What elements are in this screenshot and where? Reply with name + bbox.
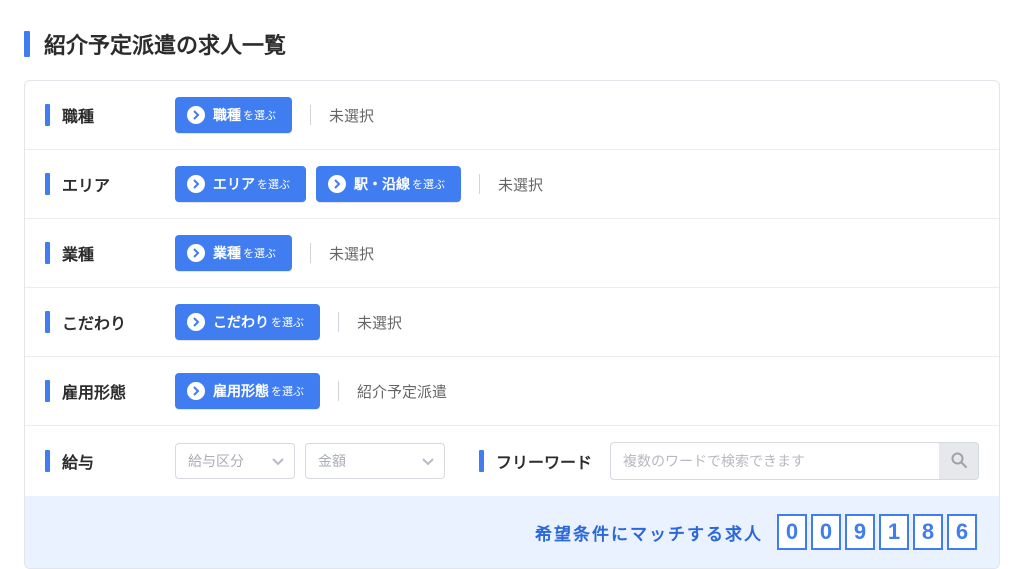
- accent-bar: [45, 242, 50, 264]
- page-title-text: 紹介予定派遣の求人一覧: [44, 28, 286, 60]
- arrow-circle-icon: [328, 175, 346, 193]
- button-suffix-text: を選ぶ: [257, 176, 290, 192]
- select-employment-button[interactable]: 雇用形態 を選ぶ: [175, 373, 320, 409]
- accent-bar: [45, 311, 50, 333]
- label-text: 給与: [62, 449, 94, 473]
- salary-type-dropdown[interactable]: 給与区分: [175, 443, 295, 479]
- vertical-divider: [479, 174, 480, 194]
- freeword-input-group: [610, 442, 979, 480]
- accent-bar: [45, 450, 50, 472]
- row-job-type: 職種 職種 を選ぶ 未選択: [25, 81, 999, 150]
- row-employment: 雇用形態 雇用形態 を選ぶ 紹介予定派遣: [25, 357, 999, 426]
- selected-value: 未選択: [357, 312, 402, 333]
- select-station-line-button[interactable]: 駅・沿線 を選ぶ: [316, 166, 461, 202]
- accent-bar: [479, 450, 484, 472]
- selected-value: 未選択: [498, 174, 543, 195]
- label-text: こだわり: [62, 310, 126, 334]
- chevron-down-icon: [422, 453, 434, 469]
- chevron-down-icon: [272, 453, 284, 469]
- arrow-circle-icon: [187, 382, 205, 400]
- accent-bar: [45, 104, 50, 126]
- digit: 8: [913, 514, 943, 550]
- row-label: エリア: [45, 172, 175, 196]
- accent-bar: [24, 31, 30, 57]
- arrow-circle-icon: [187, 313, 205, 331]
- label-text: エリア: [62, 172, 110, 196]
- label-text: フリーワード: [496, 449, 592, 473]
- select-feature-button[interactable]: こだわり を選ぶ: [175, 304, 320, 340]
- button-suffix-text: を選ぶ: [271, 314, 304, 330]
- digit: 9: [845, 514, 875, 550]
- digit: 6: [947, 514, 977, 550]
- digit: 0: [811, 514, 841, 550]
- vertical-divider: [310, 243, 311, 263]
- label-text: 職種: [62, 103, 94, 127]
- search-button[interactable]: [939, 442, 979, 480]
- page-title: 紹介予定派遣の求人一覧: [24, 28, 1008, 60]
- vertical-divider: [338, 381, 339, 401]
- label-text: 業種: [62, 241, 94, 265]
- row-label-salary: 給与: [45, 449, 175, 473]
- row-label: 職種: [45, 103, 175, 127]
- match-count-label: 希望条件にマッチする求人: [535, 520, 763, 545]
- freeword-input[interactable]: [610, 442, 939, 480]
- button-main-text: 駅・沿線: [354, 174, 410, 194]
- row-feature: こだわり こだわり を選ぶ 未選択: [25, 288, 999, 357]
- accent-bar: [45, 380, 50, 402]
- row-label: こだわり: [45, 310, 175, 334]
- select-job-type-button[interactable]: 職種 を選ぶ: [175, 97, 292, 133]
- digit: 1: [879, 514, 909, 550]
- arrow-circle-icon: [187, 175, 205, 193]
- button-main-text: 雇用形態: [213, 381, 269, 401]
- button-main-text: 職種: [213, 105, 241, 125]
- button-main-text: こだわり: [213, 312, 269, 332]
- vertical-divider: [310, 105, 311, 125]
- dropdown-placeholder: 金額: [318, 451, 346, 471]
- row-label: 業種: [45, 241, 175, 265]
- selected-value: 未選択: [329, 243, 374, 264]
- match-count-digits: 0 0 9 1 8 6: [777, 514, 977, 550]
- button-suffix-text: を選ぶ: [271, 383, 304, 399]
- arrow-circle-icon: [187, 106, 205, 124]
- search-panel: 職種 職種 を選ぶ 未選択 エリア エリア を選ぶ 駅・沿: [24, 80, 1000, 569]
- row-industry: 業種 業種 を選ぶ 未選択: [25, 219, 999, 288]
- row-label: 雇用形態: [45, 379, 175, 403]
- row-label-freeword: フリーワード: [479, 449, 592, 473]
- selected-value: 紹介予定派遣: [357, 381, 447, 402]
- row-salary-freeword: 給与 給与区分 金額 フリーワード: [25, 426, 999, 496]
- select-area-button[interactable]: エリア を選ぶ: [175, 166, 306, 202]
- button-main-text: エリア: [213, 174, 255, 194]
- button-suffix-text: を選ぶ: [243, 107, 276, 123]
- digit: 0: [777, 514, 807, 550]
- button-suffix-text: を選ぶ: [412, 176, 445, 192]
- button-main-text: 業種: [213, 243, 241, 263]
- match-count-footer: 希望条件にマッチする求人 0 0 9 1 8 6: [25, 496, 999, 568]
- select-industry-button[interactable]: 業種 を選ぶ: [175, 235, 292, 271]
- button-suffix-text: を選ぶ: [243, 245, 276, 261]
- search-icon: [950, 451, 968, 472]
- arrow-circle-icon: [187, 244, 205, 262]
- vertical-divider: [338, 312, 339, 332]
- selected-value: 未選択: [329, 105, 374, 126]
- salary-amount-dropdown[interactable]: 金額: [305, 443, 445, 479]
- dropdown-placeholder: 給与区分: [188, 451, 244, 471]
- label-text: 雇用形態: [62, 379, 126, 403]
- accent-bar: [45, 173, 50, 195]
- row-area: エリア エリア を選ぶ 駅・沿線 を選ぶ 未選択: [25, 150, 999, 219]
